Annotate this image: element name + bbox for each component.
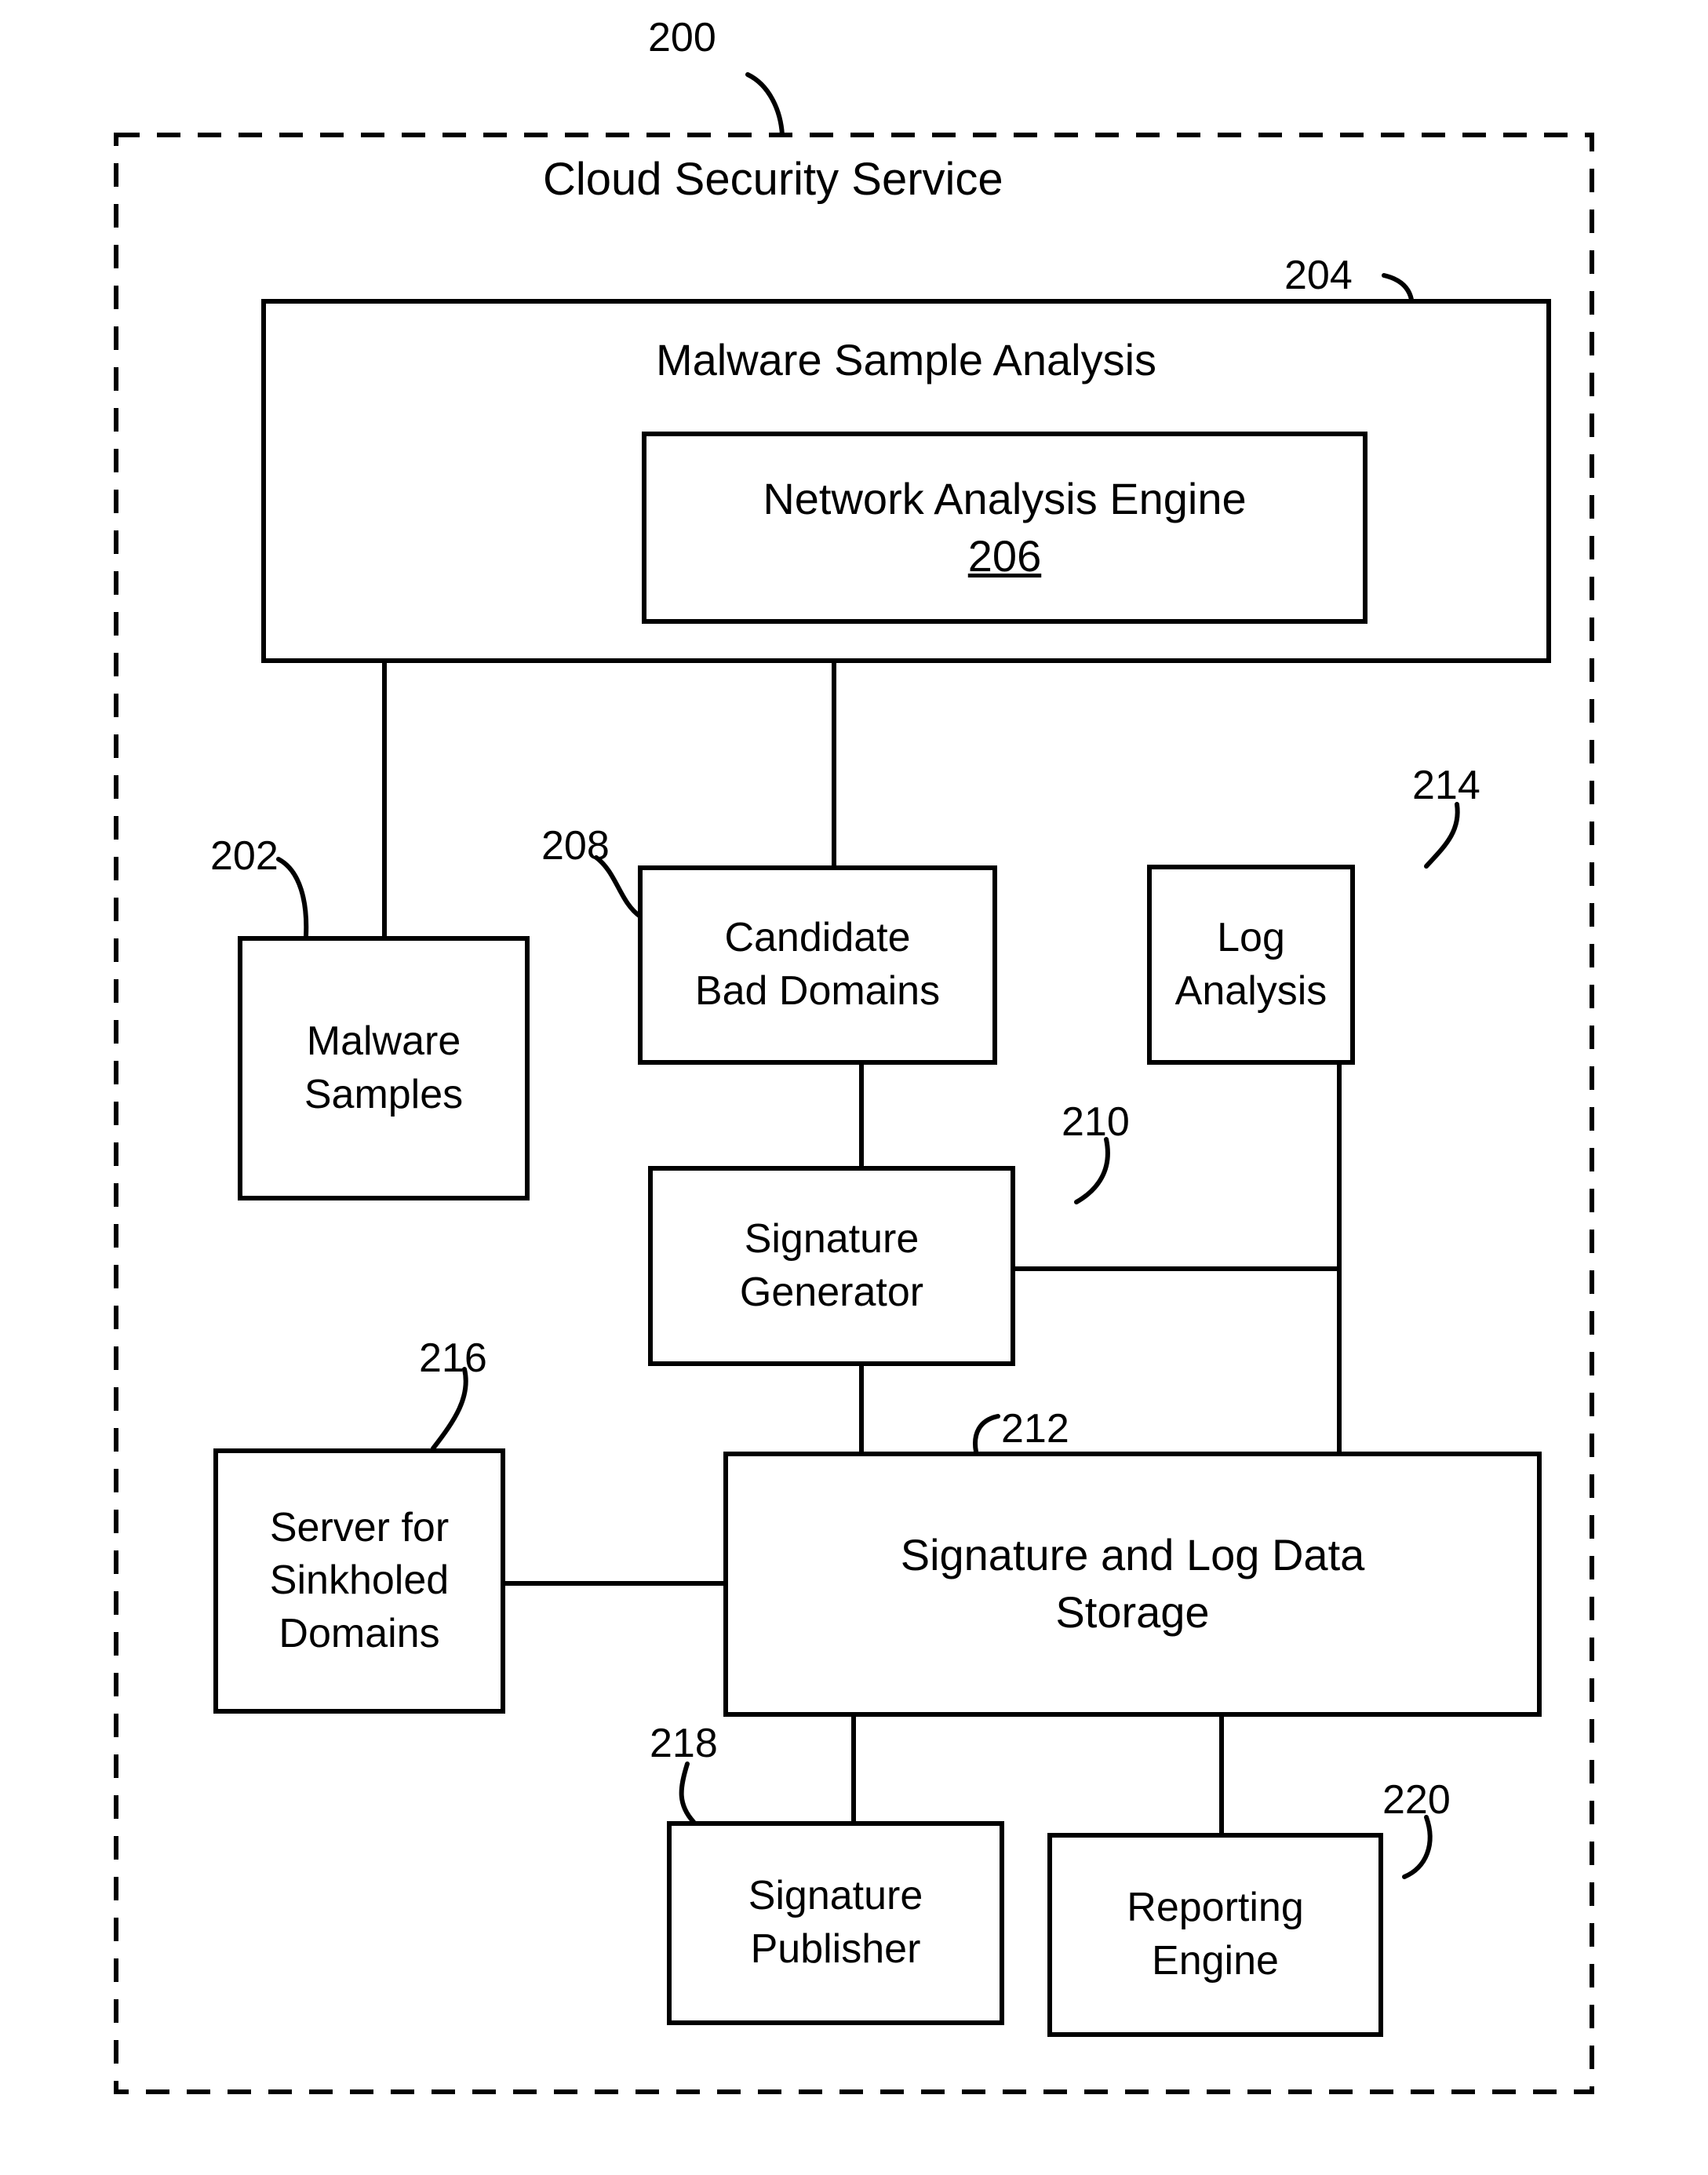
block-label-reporting-engine: Reporting Engine [1127,1885,1304,1984]
block-label-signature-publisher: Signature Publisher [748,1873,923,1972]
network-analysis-engine-ref: 206 [967,530,1042,581]
leader-218 [679,1761,696,1824]
block-malware-samples: Malware Samples [238,936,530,1200]
leader-210 [1074,1137,1110,1204]
block-label-malware-samples: Malware Samples [304,1018,464,1117]
reference-numeral-204: 204 [1284,253,1353,298]
block-signature-publisher: Signature Publisher [667,1821,1004,2025]
block-label-server-for-sinkholed-domains: Server for Sinkholed Domains [269,1504,450,1656]
leader-202 [276,857,309,938]
block-label-log-analysis: Log Analysis [1174,914,1327,1014]
leader-200 [745,72,785,137]
block-signature-generator: Signature Generator [648,1166,1015,1366]
block-signature-and-log-data-storage: Signature and Log Data Storage [723,1452,1542,1717]
block-label-signature-generator: Signature Generator [739,1215,924,1315]
reference-numeral-220: 220 [1382,1777,1451,1823]
block-candidate-bad-domains: Candidate Bad Domains [638,865,997,1065]
block-label-malware-sample-analysis: Malware Sample Analysis [655,335,1157,384]
reference-numeral-218: 218 [650,1721,718,1766]
block-label-network-analysis-engine: Network Analysis Engine 206 [646,471,1363,585]
reference-numeral-202: 202 [210,833,279,879]
reference-numeral-212: 212 [1001,1406,1069,1452]
network-analysis-engine-title: Network Analysis Engine [763,473,1247,523]
block-server-for-sinkholed-domains: Server for Sinkholed Domains [213,1448,505,1714]
block-label-candidate-bad-domains: Candidate Bad Domains [694,915,941,1014]
leader-216 [431,1367,468,1451]
reference-numeral-214: 214 [1412,763,1480,808]
block-network-analysis-engine: Network Analysis Engine 206 [642,432,1367,624]
block-reporting-engine: Reporting Engine [1047,1833,1383,2037]
patent-figure: Cloud Security Service 200 204 202 208 2… [0,0,1708,2175]
reference-numeral-210: 210 [1062,1099,1130,1145]
leader-212 [973,1414,1000,1454]
reference-numeral-216: 216 [419,1335,487,1381]
reference-numeral-208: 208 [541,823,610,869]
block-label-signature-and-log-data-storage: Signature and Log Data Storage [900,1530,1365,1637]
container-title: Cloud Security Service [543,154,1003,205]
leader-220 [1402,1815,1433,1879]
leader-214 [1424,802,1460,869]
block-log-analysis: Log Analysis [1147,865,1355,1065]
reference-numeral-200: 200 [648,15,716,60]
